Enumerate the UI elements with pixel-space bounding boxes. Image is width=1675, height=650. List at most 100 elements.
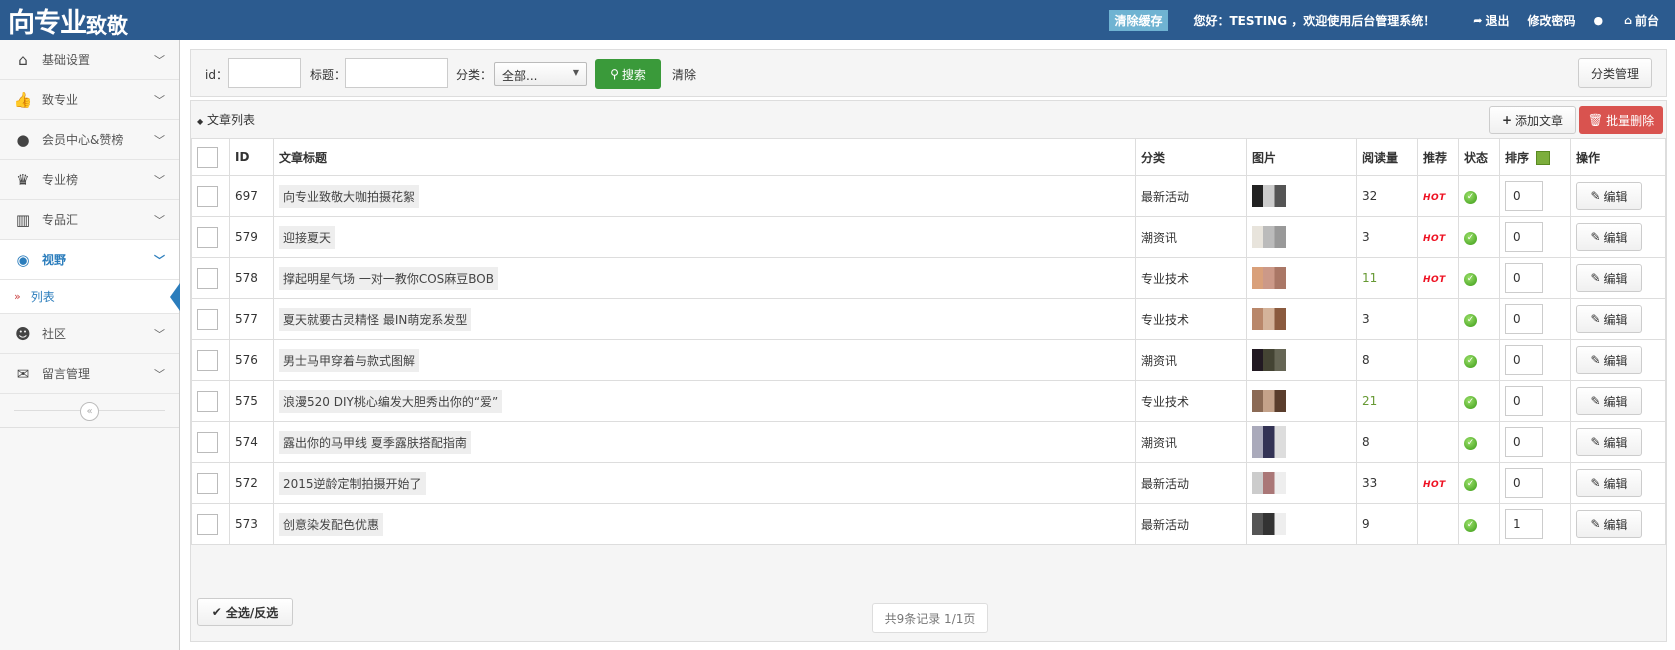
article-thumbnail[interactable] (1252, 267, 1286, 289)
row-category: 最新活动 (1135, 175, 1247, 217)
row-title[interactable]: 创意染发配色优惠 (279, 512, 384, 536)
table-header-row: ID 文章标题 分类 图片 阅读量 推荐 状态 排序 操作 (191, 138, 1666, 176)
row-checkbox[interactable] (197, 349, 218, 371)
row-checkbox[interactable] (197, 267, 218, 289)
article-thumbnail[interactable] (1252, 472, 1286, 494)
sidebar-subitem-list[interactable]: » 列表 (0, 280, 180, 314)
row-checkbox[interactable] (197, 185, 218, 207)
row-title[interactable]: 迎接夏天 (279, 225, 336, 249)
row-title[interactable]: 男士马甲穿着与款式图解 (279, 348, 420, 372)
select-all-toggle-button[interactable]: ✔ 全选/反选 (197, 598, 293, 626)
theme-drop-link[interactable]: ● (1594, 14, 1607, 27)
pagination[interactable]: 共9条记录 1/1页 (872, 603, 988, 633)
row-recommend-cell[interactable] (1417, 503, 1459, 545)
collapse-sidebar-button[interactable]: « (80, 402, 99, 421)
sidebar-item-member-center[interactable]: ● 会员中心&赞榜 ﹀ (0, 120, 179, 160)
add-article-button[interactable]: + 添加文章 (1489, 106, 1576, 134)
article-thumbnail[interactable] (1252, 513, 1286, 535)
sidebar-item-zhi-zhuanye[interactable]: 👍 致专业 ﹀ (0, 80, 179, 120)
article-thumbnail[interactable] (1252, 185, 1286, 207)
sidebar-item-label: 留言管理 (42, 367, 91, 381)
edit-icon: ✎ (1590, 312, 1601, 326)
row-checkbox[interactable] (197, 308, 218, 330)
row-status-cell[interactable]: ✓ (1458, 339, 1500, 381)
row-recommend-cell[interactable] (1417, 421, 1459, 463)
sidebar-item-messages[interactable]: ✉ 留言管理 ﹀ (0, 354, 179, 394)
sort-order-input[interactable]: 0 (1505, 468, 1543, 498)
sort-order-input[interactable]: 0 (1505, 222, 1543, 252)
sidebar-item-community[interactable]: ☻ 社区 ﹀ (0, 314, 179, 354)
article-thumbnail[interactable] (1252, 308, 1286, 330)
edit-button[interactable]: ✎ 编辑 (1576, 264, 1642, 292)
sidebar-item-ranking[interactable]: ♛ 专业榜 ﹀ (0, 160, 179, 200)
category-select[interactable]: 全部... ▼ (494, 62, 587, 86)
clear-cache-button[interactable]: 清除缓存 (1109, 9, 1168, 31)
id-input[interactable] (228, 58, 301, 88)
edit-button[interactable]: ✎ 编辑 (1576, 305, 1642, 333)
row-status-cell[interactable]: ✓ (1458, 503, 1500, 545)
clear-button[interactable]: 清除 (672, 66, 696, 83)
logo[interactable]: 向专业 致敬 (8, 2, 128, 39)
row-status-cell[interactable]: ✓ (1458, 421, 1500, 463)
sort-order-input[interactable]: 0 (1505, 263, 1543, 293)
article-thumbnail[interactable] (1252, 390, 1286, 412)
sort-order-input[interactable]: 0 (1505, 427, 1543, 457)
frontend-link[interactable]: ⌂ 前台 (1624, 12, 1659, 29)
row-status-cell[interactable]: ✓ (1458, 462, 1500, 504)
row-status-cell[interactable]: ✓ (1458, 216, 1500, 258)
row-status-cell[interactable]: ✓ (1458, 257, 1500, 299)
row-title[interactable]: 2015逆龄定制拍摄开始了 (279, 471, 426, 495)
batch-delete-button[interactable]: 🗑 批量删除 (1579, 106, 1663, 134)
row-recommend-cell[interactable]: HOT (1417, 175, 1459, 217)
row-image-cell (1246, 216, 1357, 258)
row-recommend-cell[interactable] (1417, 380, 1459, 422)
row-title[interactable]: 向专业致敬大咖拍摄花絮 (279, 184, 420, 208)
row-status-cell[interactable]: ✓ (1458, 175, 1500, 217)
edit-button[interactable]: ✎ 编辑 (1576, 510, 1642, 538)
sort-order-input[interactable]: 0 (1505, 181, 1543, 211)
row-recommend-cell[interactable]: HOT (1417, 462, 1459, 504)
row-recommend-cell[interactable]: HOT (1417, 216, 1459, 258)
search-button[interactable]: ⚲ 搜索 (595, 59, 661, 89)
sort-order-input[interactable]: 0 (1505, 386, 1543, 416)
save-sort-icon[interactable] (1536, 151, 1551, 165)
row-status-cell[interactable]: ✓ (1458, 380, 1500, 422)
sort-order-input[interactable]: 1 (1505, 509, 1543, 539)
row-recommend-cell[interactable] (1417, 298, 1459, 340)
row-checkbox[interactable] (197, 513, 218, 535)
edit-button[interactable]: ✎ 编辑 (1576, 469, 1642, 497)
row-checkbox[interactable] (197, 431, 218, 453)
article-thumbnail[interactable] (1252, 226, 1286, 248)
edit-button[interactable]: ✎ 编辑 (1576, 428, 1642, 456)
sort-column-header[interactable]: 排序 (1499, 138, 1571, 176)
sidebar: ⌂ 基础设置 ﹀ 👍 致专业 ﹀ ● 会员中心&赞榜 ﹀ ♛ 专业榜 ﹀ ▥ 专… (0, 40, 180, 650)
edit-icon: ✎ (1590, 435, 1601, 449)
logout-link[interactable]: ➦ 退出 (1473, 12, 1509, 29)
title-input[interactable] (345, 58, 448, 88)
row-title[interactable]: 夏天就要古灵精怪 最IN萌宠系发型 (279, 307, 472, 331)
article-thumbnail[interactable] (1252, 349, 1286, 371)
row-checkbox[interactable] (197, 390, 218, 412)
row-title[interactable]: 露出你的马甲线 夏季露肤搭配指南 (279, 430, 471, 454)
edit-button[interactable]: ✎ 编辑 (1576, 387, 1642, 415)
change-password-link[interactable]: 修改密码 (1527, 12, 1575, 29)
category-manage-button[interactable]: 分类管理 (1578, 58, 1652, 88)
sort-order-input[interactable]: 0 (1505, 345, 1543, 375)
sidebar-item-basic-settings[interactable]: ⌂ 基础设置 ﹀ (0, 40, 179, 80)
row-checkbox[interactable] (197, 226, 218, 248)
edit-icon: ✎ (1590, 476, 1601, 490)
sidebar-item-vision[interactable]: ◉ 视野 ﹀ (0, 240, 179, 280)
article-thumbnail[interactable] (1252, 426, 1286, 458)
edit-button[interactable]: ✎ 编辑 (1576, 346, 1642, 374)
select-all-checkbox[interactable] (197, 146, 218, 168)
row-recommend-cell[interactable]: HOT (1417, 257, 1459, 299)
edit-button[interactable]: ✎ 编辑 (1576, 182, 1642, 210)
row-status-cell[interactable]: ✓ (1458, 298, 1500, 340)
edit-button[interactable]: ✎ 编辑 (1576, 223, 1642, 251)
row-checkbox[interactable] (197, 472, 218, 494)
sort-order-input[interactable]: 0 (1505, 304, 1543, 334)
row-title[interactable]: 浪漫520 DIY桃心编发大胆秀出你的“爱” (279, 389, 503, 413)
row-title[interactable]: 撑起明星气场 一对一教你COS麻豆BOB (279, 266, 498, 290)
sidebar-item-products[interactable]: ▥ 专品汇 ﹀ (0, 200, 179, 240)
row-recommend-cell[interactable] (1417, 339, 1459, 381)
